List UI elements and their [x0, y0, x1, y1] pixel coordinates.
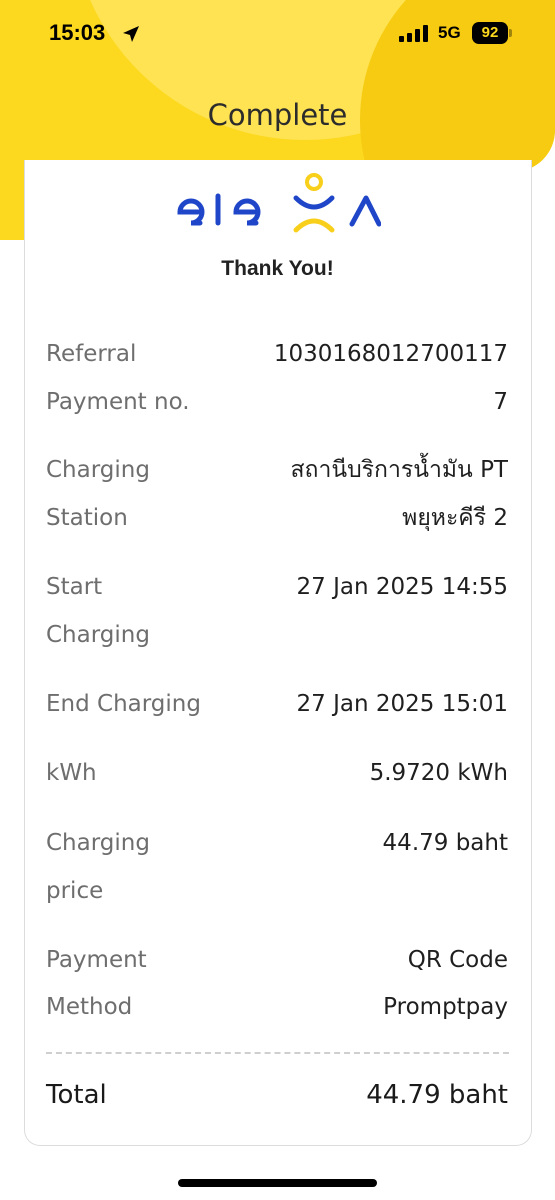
- start-charging-value: 27 Jan 2025 14:55: [296, 574, 508, 600]
- start-charging-label: Charging: [46, 622, 150, 648]
- page-title: Complete: [207, 98, 348, 132]
- total-value: 44.79 baht: [366, 1080, 508, 1110]
- cellular-signal-icon: [399, 25, 428, 42]
- battery-tip: [509, 29, 512, 37]
- start-charging-label: Start: [46, 574, 103, 600]
- referral-label: Referral: [46, 341, 137, 367]
- end-charging-label: End Charging: [46, 691, 201, 717]
- referral-value: 1030168012700117: [273, 341, 508, 367]
- charging-price-value: 44.79 baht: [382, 830, 508, 856]
- payment-no-value: 7: [493, 389, 508, 415]
- charging-station-value: พยุหะคีรี 2: [402, 505, 508, 531]
- home-indicator[interactable]: [178, 1179, 377, 1187]
- header-corner-decoration: [0, 170, 24, 240]
- status-time: 15:03: [49, 20, 106, 45]
- payment-method-value: QR Code: [407, 947, 508, 973]
- end-charging-value: 27 Jan 2025 15:01: [296, 691, 508, 717]
- status-bar: 15:03 5G 92: [0, 0, 555, 66]
- kwh-value: 5.9720 kWh: [369, 760, 508, 786]
- payment-method-value: Promptpay: [383, 994, 508, 1020]
- charging-station-value: สถานีบริการน้ำมัน PT: [290, 457, 508, 483]
- charging-price-label: Charging: [46, 830, 150, 856]
- battery-icon: 92: [472, 22, 508, 44]
- charging-price-label: price: [46, 878, 104, 904]
- payment-method-label: Method: [46, 994, 133, 1020]
- location-arrow-icon: [123, 26, 139, 42]
- payment-method-label: Payment: [46, 947, 147, 973]
- charging-station-label: Charging: [46, 457, 150, 483]
- network-type: 5G: [438, 23, 461, 42]
- thank-you-text: Thank You!: [221, 257, 334, 280]
- total-label: Total: [46, 1080, 107, 1110]
- brand-logo: [177, 173, 381, 233]
- payment-no-label: Payment no.: [46, 389, 190, 415]
- dashed-divider: [46, 1052, 509, 1054]
- charging-station-label: Station: [46, 505, 128, 531]
- kwh-label: kWh: [46, 760, 97, 786]
